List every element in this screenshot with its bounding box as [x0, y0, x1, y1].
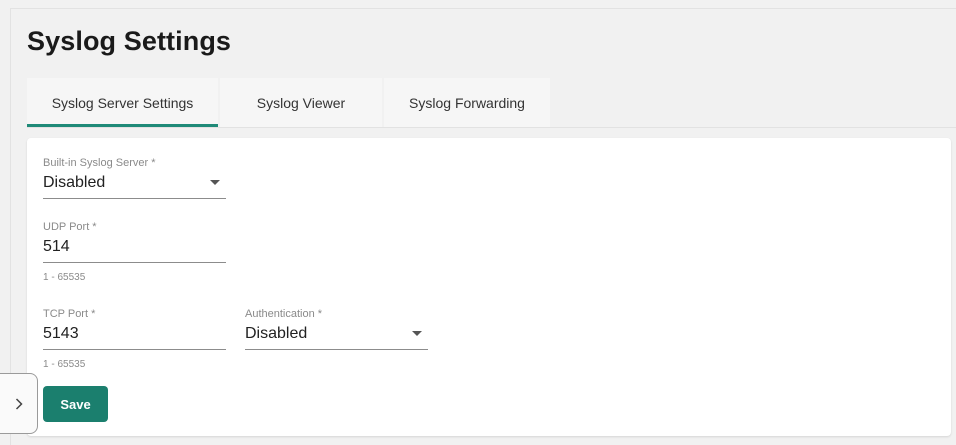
- tcp-port-field[interactable]: TCP Port * 5143 1 - 65535: [43, 308, 226, 370]
- field-label: Authentication *: [245, 308, 323, 320]
- field-hint: 1 - 65535: [43, 272, 86, 283]
- field-value: 514: [43, 238, 70, 255]
- chevron-right-icon: [15, 398, 23, 410]
- field-label: TCP Port *: [43, 308, 96, 320]
- field-label: UDP Port *: [43, 221, 97, 233]
- page-title: Syslog Settings: [27, 26, 232, 56]
- tab-label: Syslog Viewer: [256, 94, 346, 111]
- tab-label: Syslog Forwarding: [409, 94, 525, 111]
- field-underline: [43, 198, 226, 199]
- field-hint: 1 - 65535: [43, 359, 86, 370]
- field-underline: [43, 262, 226, 263]
- field-value: Disabled: [43, 174, 106, 191]
- field-underline: [43, 349, 226, 350]
- chevron-down-icon: [210, 180, 220, 185]
- tab-syslog-viewer[interactable]: Syslog Viewer: [220, 78, 382, 127]
- tab-divider: [27, 127, 956, 128]
- field-label: Built-in Syslog Server *: [43, 157, 156, 169]
- sidebar-expand-toggle[interactable]: [0, 373, 38, 434]
- tab-syslog-server-settings[interactable]: Syslog Server Settings: [27, 78, 218, 127]
- field-value: 5143: [43, 325, 79, 342]
- save-button[interactable]: Save: [43, 386, 108, 422]
- tab-bar: Syslog Server Settings Syslog Viewer Sys…: [27, 78, 552, 127]
- udp-port-field[interactable]: UDP Port * 514 1 - 65535: [43, 221, 226, 283]
- builtin-syslog-server-select[interactable]: Built-in Syslog Server * Disabled: [43, 157, 226, 199]
- field-underline: [245, 349, 428, 350]
- chevron-down-icon: [412, 331, 422, 336]
- authentication-select[interactable]: Authentication * Disabled: [245, 308, 428, 350]
- tab-syslog-forwarding[interactable]: Syslog Forwarding: [384, 78, 550, 127]
- field-value: Disabled: [245, 325, 308, 342]
- tab-label: Syslog Server Settings: [51, 94, 194, 111]
